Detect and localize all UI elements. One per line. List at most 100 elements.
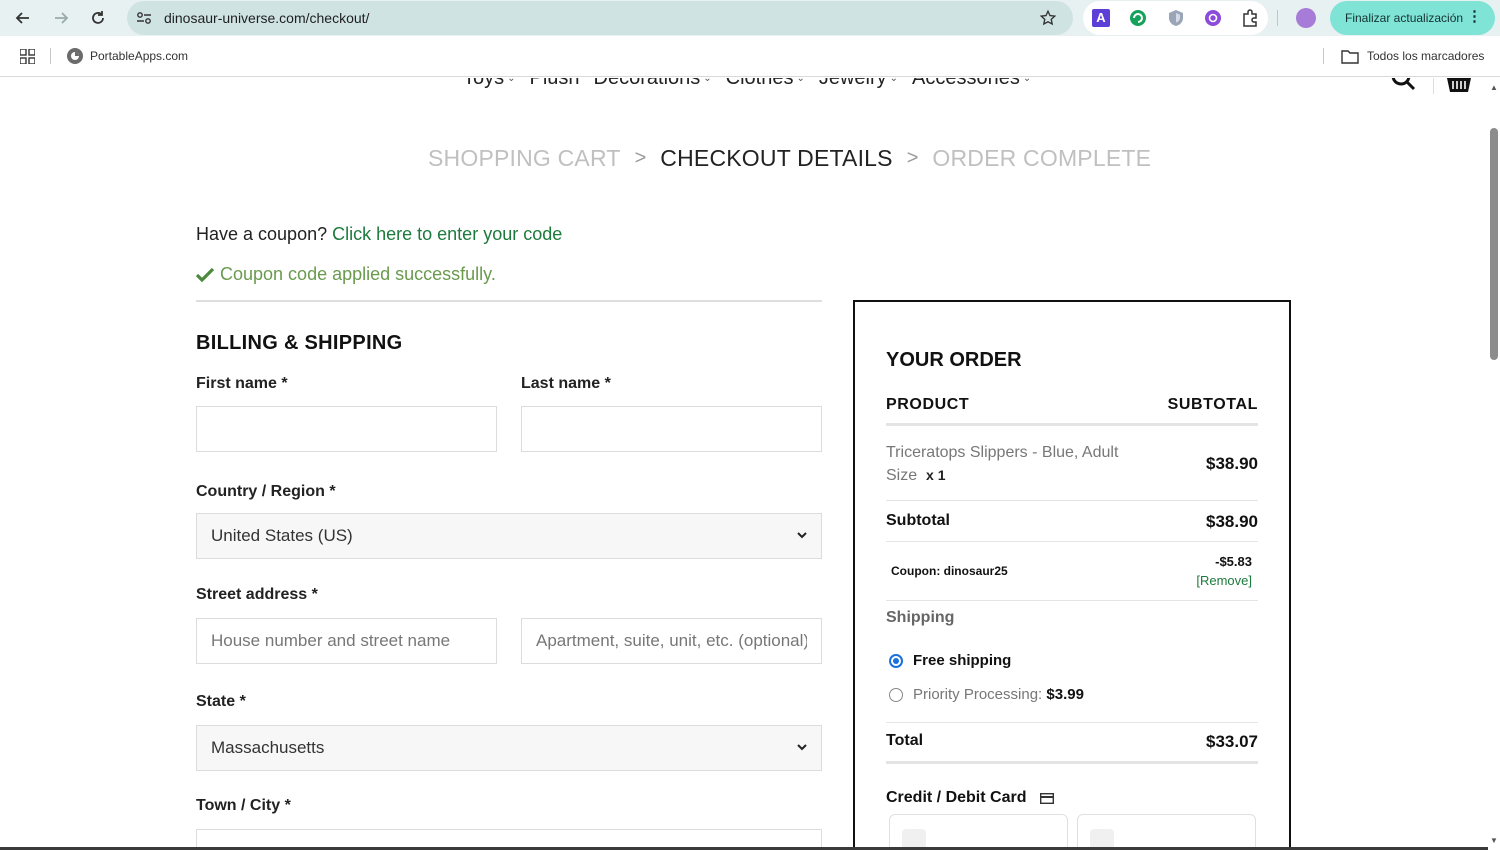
enter-coupon-link[interactable]: Click here to enter your code [332, 224, 562, 244]
scrollbar-thumb[interactable] [1490, 128, 1498, 360]
coupon-prompt: Have a coupon? Click here to enter your … [196, 224, 562, 245]
street-address2-field[interactable] [521, 618, 822, 664]
card-expiry-field[interactable] [1077, 814, 1256, 850]
free-shipping-radio[interactable] [889, 653, 903, 668]
translate-extension-icon[interactable]: A [1092, 9, 1110, 27]
nav-item-decorations[interactable]: Decorations ⌄ [594, 78, 712, 90]
url-text[interactable]: dinosaur-universe.com/checkout/ [164, 10, 369, 26]
chevron-down-icon: ⌄ [796, 78, 805, 84]
row-rule [886, 600, 1258, 601]
city-label: Town / City * [196, 797, 291, 814]
first-name-label: First name * [196, 375, 288, 392]
product-line: Triceratops Slippers - Blue, Adult Size … [886, 442, 1146, 487]
coupon-success-message: Coupon code applied successfully. [196, 264, 496, 285]
chevron-down-icon: ⌄ [507, 78, 516, 84]
chevron-down-icon [797, 744, 807, 751]
bookmark-star-icon[interactable] [1039, 9, 1057, 27]
reload-icon [92, 11, 104, 24]
puzzle-extensions-icon[interactable] [1241, 9, 1259, 27]
nav-label: Jewelry [818, 78, 887, 89]
country-select[interactable]: United States (US) [196, 513, 822, 559]
update-button[interactable]: Finalizar actualización ⋮ [1330, 1, 1495, 35]
profile-avatar-icon[interactable] [1296, 8, 1316, 28]
order-title: YOUR ORDER [886, 349, 1022, 371]
street-address-field[interactable] [196, 618, 497, 664]
section-divider [196, 300, 822, 302]
nav-item-toys[interactable]: Toys ⌄ [463, 78, 516, 90]
state-select[interactable]: Massachusetts [196, 725, 822, 771]
bookmarks-divider-right [1323, 48, 1324, 64]
priority-processing-price: $3.99 [1046, 686, 1084, 703]
all-bookmarks-button[interactable]: Todos los marcadores [1341, 46, 1484, 66]
step-checkout-details: CHECKOUT DETAILS [660, 145, 893, 171]
nav-item-clothes[interactable]: Clothes ⌄ [726, 78, 805, 90]
site-settings-icon[interactable] [135, 9, 153, 27]
nav-item-accessories[interactable]: Accessories ⌄ [912, 78, 1031, 90]
chevron-down-icon [797, 532, 807, 539]
product-name: Triceratops Slippers - Blue, Adult Size [886, 444, 1119, 484]
reload-button[interactable] [86, 6, 110, 30]
scroll-up-icon[interactable]: ▲ [1490, 83, 1498, 92]
free-shipping-option[interactable]: Free shipping [889, 652, 1011, 669]
page-scrollbar[interactable]: ▲ ▼ [1488, 78, 1500, 850]
nav-item-jewelry[interactable]: Jewelry ⌄ [819, 78, 898, 90]
row-rule [886, 541, 1258, 542]
search-icon[interactable] [1390, 78, 1416, 94]
address-bar[interactable]: dinosaur-universe.com/checkout/ [127, 1, 1073, 35]
header-rule [886, 423, 1258, 426]
back-arrow-icon [15, 12, 29, 24]
shipping-label: Shipping [886, 609, 955, 626]
payment-method-label: Credit / Debit Card [886, 789, 1055, 807]
nav-divider [1433, 78, 1434, 94]
last-name-field[interactable] [521, 406, 822, 452]
portableapps-icon [67, 48, 83, 64]
bookmark-portableapps[interactable]: PortableApps.com [66, 46, 188, 66]
chevron-down-icon: ⌄ [889, 78, 899, 84]
first-name-field[interactable] [196, 406, 497, 452]
row-rule [886, 722, 1258, 723]
main-nav: Toys ⌄ Plush Decorations ⌄ Clothes ⌄ Jewelr… [463, 78, 1031, 90]
browser-toolbar: dinosaur-universe.com/checkout/ A Finali… [0, 0, 1500, 36]
street-label: Street address * [196, 586, 318, 603]
subtotal-value: $38.90 [1206, 512, 1258, 531]
all-bookmarks-label: Todos los marcadores [1367, 49, 1485, 63]
step-separator-icon: > [906, 147, 919, 169]
row-rule [886, 500, 1258, 501]
back-button[interactable] [11, 6, 35, 30]
purple-extension-icon[interactable] [1204, 9, 1222, 27]
product-price: $38.90 [1206, 454, 1258, 473]
forward-arrow-icon [55, 12, 69, 24]
nav-label: Clothes [725, 78, 794, 89]
product-column-header: PRODUCT [886, 396, 970, 413]
step-shopping-cart[interactable]: SHOPPING CART [428, 145, 621, 172]
priority-processing-radio[interactable] [889, 687, 903, 702]
forward-button[interactable] [49, 6, 73, 30]
last-name-label: Last name * [521, 375, 611, 392]
scroll-down-icon[interactable]: ▼ [1490, 836, 1498, 845]
chevron-down-icon: ⌄ [1022, 78, 1032, 84]
remove-coupon-link[interactable]: [Remove] [1196, 573, 1252, 588]
card-number-field[interactable] [889, 814, 1068, 850]
basket-icon[interactable] [1446, 78, 1472, 94]
coupon-success-text: Coupon code applied successfully. [220, 264, 496, 284]
product-quantity: x 1 [926, 467, 946, 483]
bookmarks-divider [50, 48, 51, 64]
apps-grid-icon[interactable] [20, 49, 35, 64]
bookmarks-bar: PortableApps.com Todos los marcadores [0, 36, 1500, 77]
state-value: Massachusetts [211, 738, 325, 757]
credit-card-icon [1040, 792, 1055, 804]
priority-processing-option[interactable]: Priority Processing: $3.99 [889, 686, 1084, 703]
priority-processing-label: Priority Processing: [913, 686, 1043, 703]
coupon-question: Have a coupon? [196, 224, 328, 244]
grammar-extension-icon[interactable] [1129, 9, 1147, 27]
billing-heading: BILLING & SHIPPING [196, 332, 403, 354]
free-shipping-label: Free shipping [913, 652, 1012, 669]
shield-extension-icon[interactable] [1167, 9, 1185, 27]
menu-dots-icon[interactable]: ⋮ [1467, 9, 1482, 24]
state-label: State * [196, 693, 246, 710]
card-field-placeholder-icon [1090, 829, 1114, 849]
coupon-discount: -$5.83 [1215, 554, 1252, 569]
step-separator-icon: > [634, 147, 647, 169]
total-rule [886, 761, 1258, 764]
nav-item-plush[interactable]: Plush [530, 78, 580, 90]
